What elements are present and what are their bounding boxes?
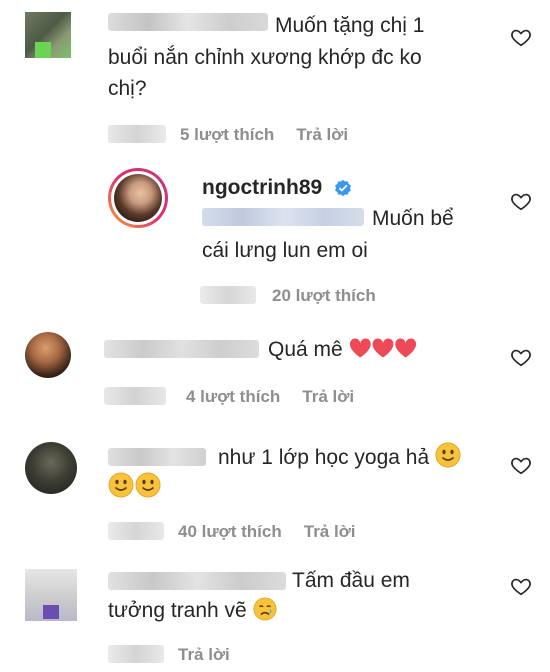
like-count[interactable]: 40 lượt thích — [178, 522, 282, 541]
comment-meta: 5 lượt thích Trả lời — [180, 125, 370, 145]
heart-outline-icon[interactable] — [510, 454, 532, 476]
avatar[interactable] — [25, 569, 77, 621]
red-heart-emoji-icon — [349, 338, 416, 358]
crying-face-emoji-icon — [253, 597, 277, 621]
blurred-timestamp — [108, 522, 164, 540]
blurred-timestamp — [108, 645, 164, 663]
blurred-timestamp — [108, 125, 166, 143]
reply-button[interactable]: Trả lời — [304, 522, 356, 541]
blurred-username — [108, 13, 268, 31]
blurred-timestamp — [104, 387, 166, 405]
avatar-ngoctrinh89[interactable] — [108, 168, 168, 228]
comment-text: Quá mê — [268, 334, 417, 365]
reply-comment: ngoctrinh89 Muốn bể cái lưng lun em oi 2… — [0, 160, 550, 320]
comment-text-continued: buổi nắn chỉnh xương khớp đc ko chị? — [108, 46, 422, 100]
heart-outline-icon[interactable] — [510, 190, 532, 212]
avatar[interactable] — [25, 12, 71, 58]
like-count[interactable]: 5 lượt thích — [180, 125, 274, 144]
reply-button[interactable]: Trả lời — [178, 645, 230, 664]
like-count[interactable]: 20 lượt thích — [272, 286, 376, 305]
comment-2: Quá mê 4 lượt thích Trả lời — [0, 320, 550, 420]
comment-text: Tấm đầu em — [292, 569, 410, 592]
reply-text-continued: cái lưng lun em oi — [202, 239, 368, 262]
avatar[interactable] — [25, 442, 77, 494]
heart-outline-icon[interactable] — [510, 346, 532, 368]
comment-meta: 4 lượt thích Trả lời — [186, 387, 376, 407]
blurred-mention — [202, 208, 364, 226]
blurred-username — [108, 572, 286, 590]
avatar[interactable] — [25, 332, 71, 378]
comment-text-continued: tưởng tranh vẽ — [108, 595, 277, 626]
smiling-face-emoji-icon — [108, 472, 161, 498]
blurred-username — [108, 448, 206, 466]
reply-text: Muốn bể — [372, 207, 454, 230]
reply-meta: 20 lượt thích — [272, 286, 398, 306]
reply-button[interactable]: Trả lời — [296, 125, 348, 144]
comment-1: Muốn tặng chị 1 buổi nắn chỉnh xương khớ… — [0, 0, 550, 160]
reply-username-line: ngoctrinh89 — [202, 172, 352, 203]
comment-4: Tấm đầu em tưởng tranh vẽ Trả lời — [0, 555, 550, 672]
verified-badge-icon — [335, 179, 351, 197]
comment-text: như 1 lớp học yoga hả — [218, 442, 461, 473]
smiling-face-emoji-icon — [435, 442, 461, 468]
comment-3: như 1 lớp học yoga hả 40 lượt thích Trả l… — [0, 420, 550, 555]
reply-button[interactable]: Trả lời — [302, 387, 354, 406]
reply-username[interactable]: ngoctrinh89 — [202, 176, 322, 199]
heart-outline-icon[interactable] — [510, 575, 532, 597]
like-count[interactable]: 4 lượt thích — [186, 387, 280, 406]
heart-outline-icon[interactable] — [510, 26, 532, 48]
comment-meta: 40 lượt thích Trả lời — [178, 522, 378, 542]
comment-meta: Trả lời — [178, 645, 252, 665]
blurred-timestamp — [200, 286, 256, 304]
comment-emoji-line — [108, 472, 162, 503]
blurred-username — [104, 340, 259, 358]
comment-text: Muốn tặng chị 1 — [275, 14, 425, 37]
